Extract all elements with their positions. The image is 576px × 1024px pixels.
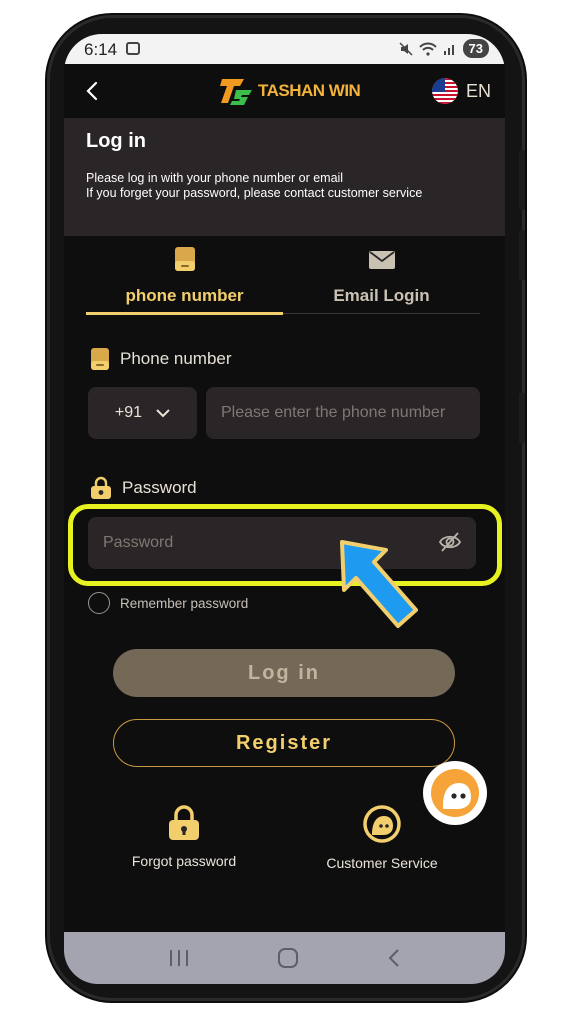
password-highlight-box: [68, 504, 502, 586]
customer-service-icon: [363, 805, 401, 843]
envelope-icon: [368, 251, 395, 269]
signal-icon: [443, 44, 454, 55]
mute-icon: [399, 41, 413, 56]
lock-icon: [91, 476, 111, 499]
phone-screen: 6:14 73 TASHAN WIN EN Log in Please log …: [64, 34, 505, 984]
status-time: 6:14: [84, 40, 118, 59]
customer-service-link[interactable]: Customer Service: [292, 804, 472, 871]
login-intro: Log in Please log in with your phone num…: [64, 118, 505, 236]
country-code-value: +91: [114, 404, 143, 421]
phone-number-label: Phone number: [120, 349, 232, 368]
recent-apps-icon[interactable]: [168, 949, 190, 967]
logo-text: TASHAN WIN: [258, 81, 361, 100]
pointer-arrow-icon: [340, 540, 418, 628]
country-code-select[interactable]: +91: [88, 387, 197, 439]
us-flag-icon: [431, 78, 458, 104]
system-navigation-bar: [64, 932, 505, 984]
home-icon[interactable]: [277, 947, 299, 969]
power-button: [519, 393, 525, 443]
volume-down-button: [519, 230, 525, 280]
chevron-down-icon: [156, 409, 170, 418]
app-logo: TASHAN WIN: [220, 76, 361, 106]
login-button[interactable]: Log in: [113, 649, 455, 697]
password-label-row: Password: [90, 476, 197, 500]
language-selector[interactable]: EN: [431, 78, 491, 104]
language-label: EN: [465, 80, 491, 101]
phone-icon: [91, 348, 109, 370]
intro-line-2: If you forget your password, please cont…: [86, 186, 423, 200]
logo-emblem-icon: [220, 79, 252, 105]
app-header: TASHAN WIN EN: [64, 64, 505, 118]
phone-number-label-row: Phone number: [90, 347, 232, 371]
wifi-icon: [418, 42, 437, 56]
login-tabs: phone number Email Login: [86, 244, 480, 315]
page-title: Log in: [86, 130, 146, 152]
password-label: Password: [122, 478, 197, 497]
lock-icon: [169, 805, 199, 840]
register-button[interactable]: Register: [113, 719, 455, 767]
back-arrow-icon[interactable]: [82, 80, 104, 102]
back-nav-icon[interactable]: [387, 948, 401, 968]
remember-password-row[interactable]: Remember password: [88, 592, 248, 614]
phone-icon: [174, 247, 195, 271]
tab-phone-number[interactable]: phone number: [86, 244, 283, 315]
remember-password-label: Remember password: [120, 595, 249, 611]
volume-up-button: [519, 150, 525, 210]
battery-icon: 73: [462, 39, 489, 58]
intro-line-1: Please log in with your phone number or …: [86, 171, 344, 185]
tab-email-login[interactable]: Email Login: [283, 244, 480, 314]
remember-password-radio[interactable]: [88, 592, 110, 614]
tab-phone-number-label: phone number: [125, 286, 244, 305]
forgot-password-link[interactable]: Forgot password: [94, 804, 274, 869]
customer-service-label: Customer Service: [326, 855, 438, 871]
screenshot-icon: [126, 42, 140, 55]
phone-number-input[interactable]: [206, 387, 480, 439]
tab-email-login-label: Email Login: [333, 286, 430, 305]
forgot-password-label: Forgot password: [131, 853, 237, 869]
status-bar: 6:14 73: [64, 34, 505, 64]
